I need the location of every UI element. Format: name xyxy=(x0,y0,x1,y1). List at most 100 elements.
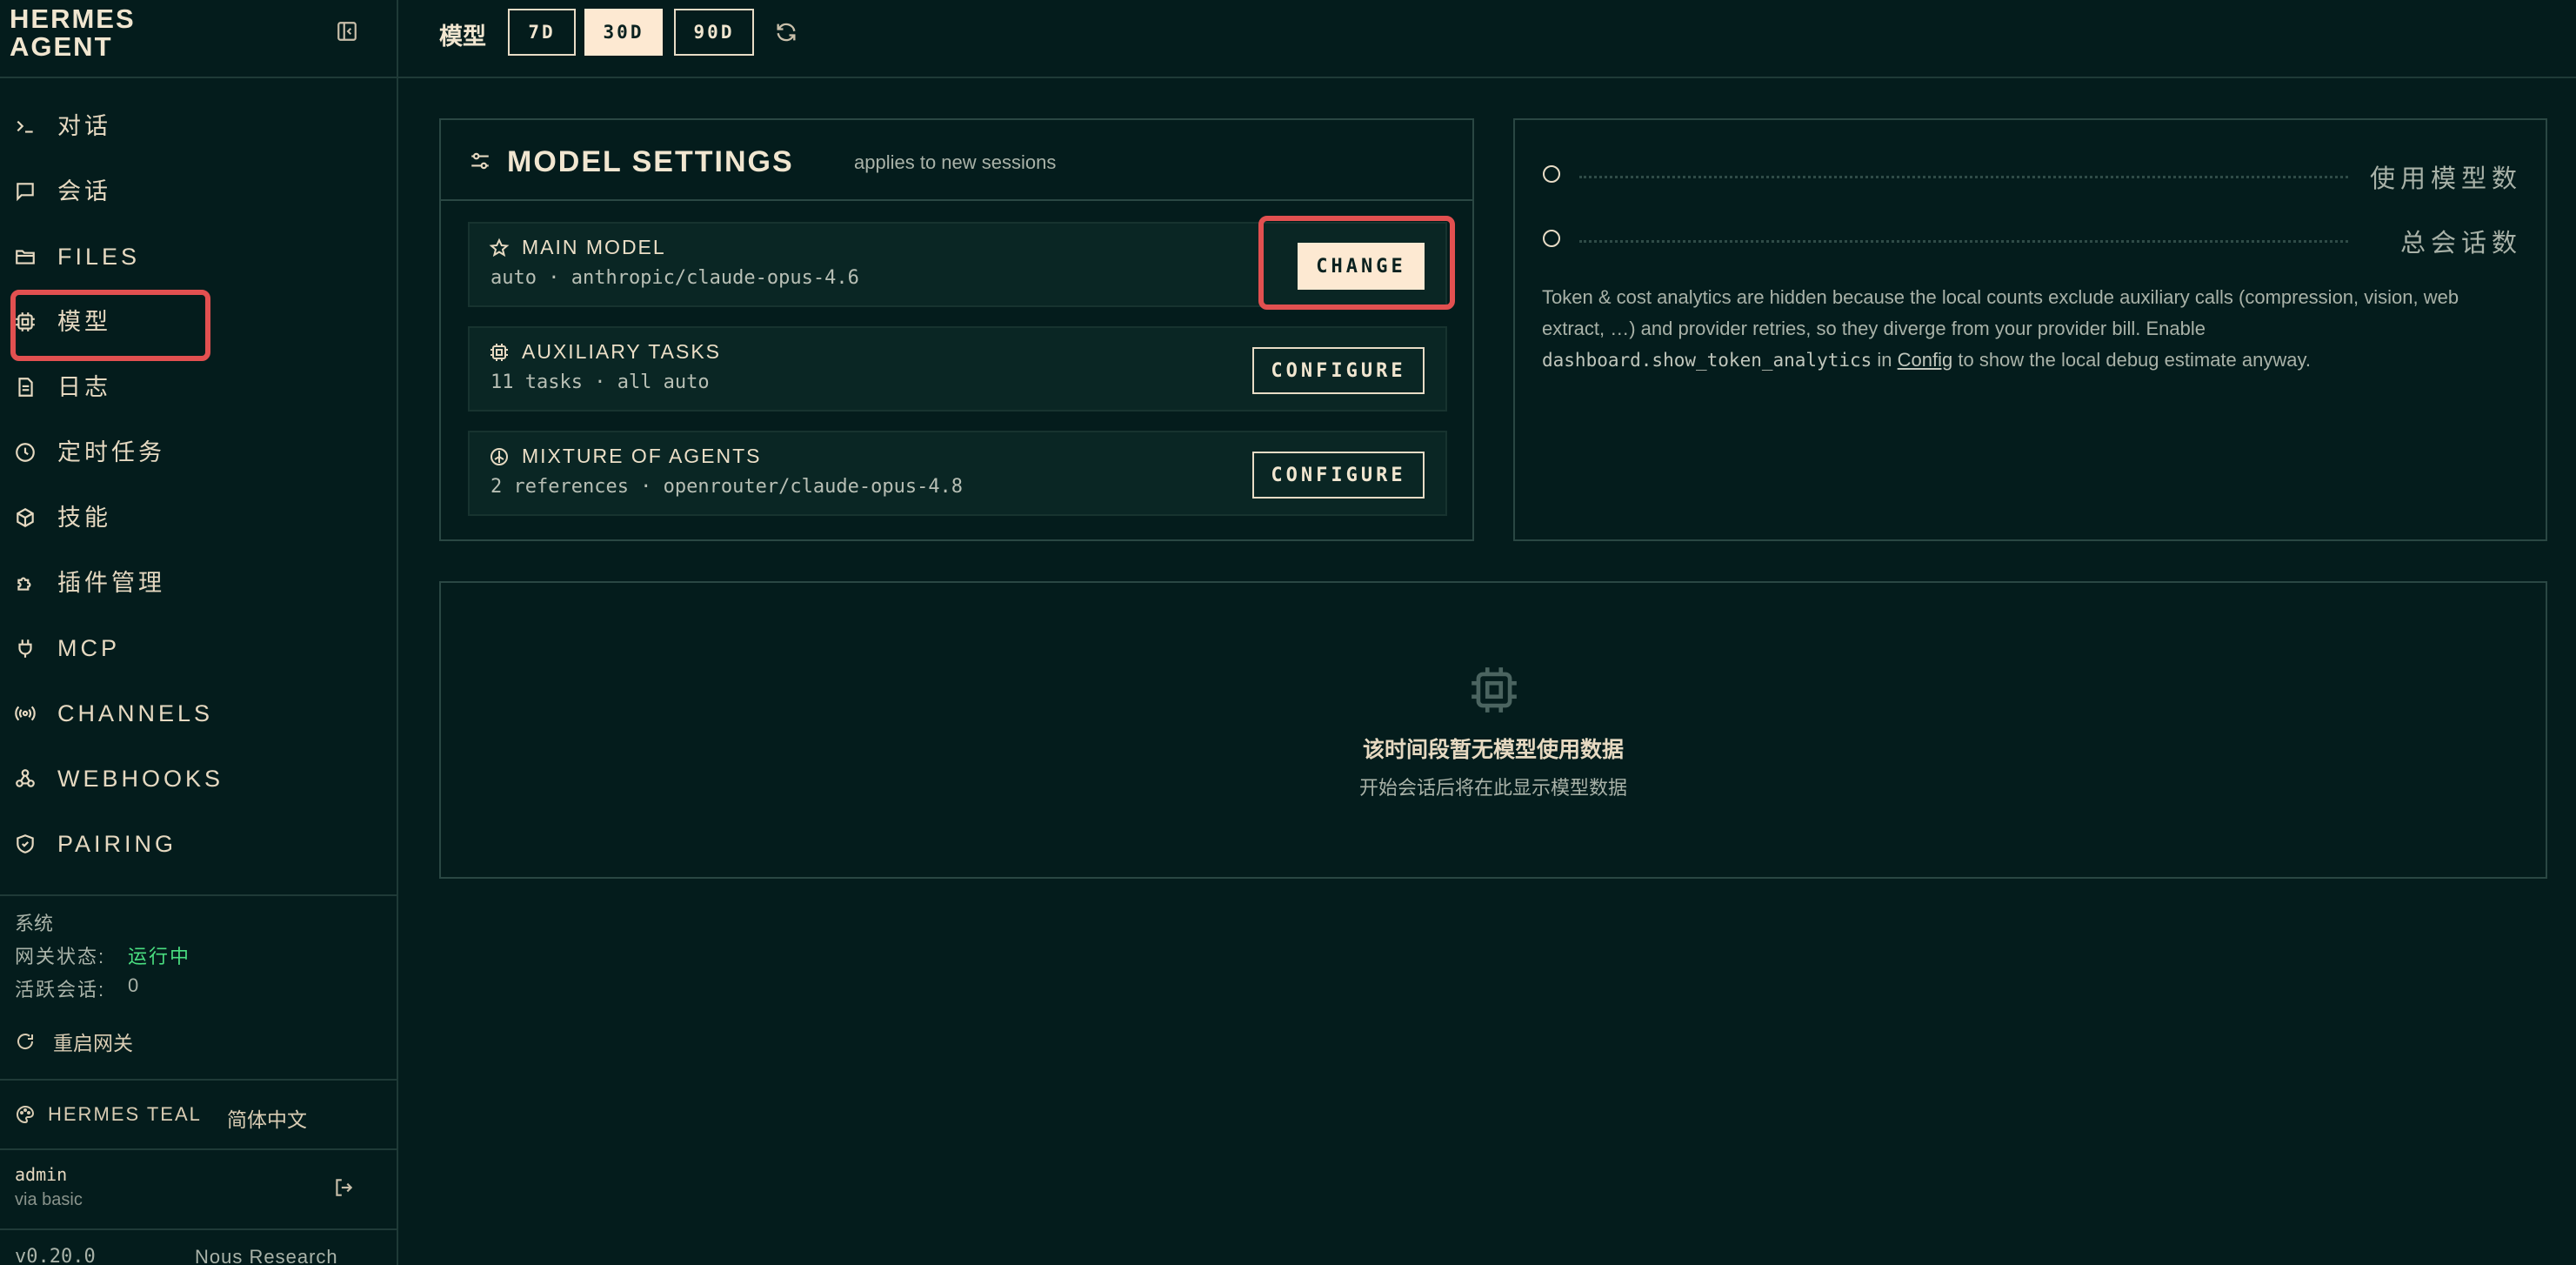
package-icon xyxy=(14,506,37,529)
sidebar-item-label: PAIRING xyxy=(57,831,177,857)
sidebar-item-label: 日志 xyxy=(57,374,111,400)
sidebar-item-cron[interactable]: 定时任务 xyxy=(0,426,397,479)
theme-row: HERMES TEAL 简体中文 xyxy=(0,1079,397,1148)
sidebar-item-plugins[interactable]: 插件管理 xyxy=(0,557,397,609)
gateway-status-label: 网关状态: xyxy=(15,946,106,967)
dotted-leader xyxy=(1579,240,2348,243)
circle-icon xyxy=(1543,230,1560,247)
sidebar-item-files[interactable]: FILES xyxy=(0,231,397,283)
logout-icon[interactable] xyxy=(332,1176,355,1199)
note-text-2: in xyxy=(1872,349,1898,371)
palette-icon xyxy=(15,1104,36,1125)
model-settings-title: MODEL SETTINGS xyxy=(507,145,794,178)
models-used-label: 使用模型数 xyxy=(2369,165,2522,193)
sidebar-item-label: FILES xyxy=(57,244,141,270)
puzzle-icon xyxy=(14,572,37,594)
configure-moa-button[interactable]: CONFIGURE xyxy=(1252,452,1425,499)
chip-icon xyxy=(489,342,510,363)
auxiliary-tasks-name: AUXILIARY TASKS xyxy=(522,340,722,363)
shield-icon xyxy=(14,833,37,855)
refresh-icon[interactable] xyxy=(774,20,798,44)
sidebar-item-label: WEBHOOKS xyxy=(57,766,224,792)
sidebar: HERMES AGENT 对话 会话 FILES 模型 日志 定时任务 技能 插… xyxy=(0,0,398,1265)
sidebar-item-label: 会话 xyxy=(57,178,111,204)
usage-stats-card: 使用模型数 总会话数 Token & cost analytics are hi… xyxy=(1513,118,2547,541)
vendor-name[interactable]: Nous Research xyxy=(195,1246,338,1265)
range-7d-button[interactable]: 7D xyxy=(508,9,576,56)
change-model-button[interactable]: CHANGE xyxy=(1298,243,1425,290)
terminal-icon xyxy=(14,115,37,137)
active-sessions: 活跃会话: 0 xyxy=(15,974,138,1002)
brand-line-2: AGENT xyxy=(10,31,113,62)
gateway-status: 网关状态: 运行中 xyxy=(15,941,189,969)
language-switcher[interactable]: 简体中文 xyxy=(227,1103,307,1133)
chip-icon xyxy=(14,311,37,333)
auxiliary-tasks-value: 11 tasks · all auto xyxy=(491,371,710,393)
sidebar-item-label: 插件管理 xyxy=(57,570,165,596)
brand-logo[interactable]: HERMES AGENT xyxy=(10,5,136,61)
configure-auxiliary-button[interactable]: CONFIGURE xyxy=(1252,347,1425,394)
user-name: admin xyxy=(15,1164,68,1185)
empty-state-subtitle: 开始会话后将在此显示模型数据 xyxy=(1358,777,1627,799)
clock-icon xyxy=(14,441,37,464)
model-settings-header: MODEL SETTINGS applies to new sessions xyxy=(441,120,1472,201)
main-model-name: MAIN MODEL xyxy=(522,236,666,258)
token-analytics-note: Token & cost analytics are hidden becaus… xyxy=(1542,282,2525,376)
top-bar: 模型 7D 30D 90D xyxy=(398,0,2576,78)
range-90d-button[interactable]: 90D xyxy=(674,9,754,56)
system-section: 系统 网关状态: 运行中 活跃会话: 0 重启网关 xyxy=(0,894,397,1079)
theme-label: HERMES TEAL xyxy=(48,1103,202,1125)
sidebar-item-skills[interactable]: 技能 xyxy=(0,492,397,544)
sidebar-item-label: 定时任务 xyxy=(57,439,165,465)
model-settings-subtitle: applies to new sessions xyxy=(854,151,1057,173)
page-title: 模型 xyxy=(439,23,486,50)
sidebar-item-label: CHANNELS xyxy=(57,700,214,726)
sidebar-item-logs[interactable]: 日志 xyxy=(0,361,397,413)
config-link[interactable]: Config xyxy=(1898,349,1953,371)
user-row: admin via basic xyxy=(0,1148,397,1228)
active-sessions-value: 0 xyxy=(128,974,141,996)
sidebar-item-label: 对话 xyxy=(57,113,111,139)
brand-line-1: HERMES xyxy=(10,3,136,34)
star-icon xyxy=(489,238,510,258)
models-used-stat: 使用模型数 xyxy=(1543,157,2522,193)
document-icon xyxy=(14,376,37,398)
note-text-1: Token & cost analytics are hidden becaus… xyxy=(1542,286,2459,339)
folder-icon xyxy=(14,245,37,268)
model-settings-card: MODEL SETTINGS applies to new sessions M… xyxy=(439,118,1474,541)
total-sessions-label: 总会话数 xyxy=(2399,230,2522,258)
sidebar-item-label: 技能 xyxy=(57,505,111,531)
circle-icon xyxy=(1543,165,1560,183)
chat-icon xyxy=(14,180,37,203)
gateway-status-value: 运行中 xyxy=(128,946,191,967)
range-30d-button[interactable]: 30D xyxy=(584,9,663,56)
sidebar-item-pairing[interactable]: PAIRING xyxy=(0,818,397,870)
empty-state-title: 该时间段暂无模型使用数据 xyxy=(1362,738,1624,762)
sidebar-item-models[interactable]: 模型 xyxy=(0,296,397,348)
dotted-leader xyxy=(1579,176,2348,178)
sliders-icon xyxy=(469,150,491,172)
restart-icon xyxy=(15,1031,36,1052)
sidebar-footer: v0.20.0 Nous Research xyxy=(0,1228,397,1265)
sidebar-item-webhooks[interactable]: WEBHOOKS xyxy=(0,753,397,805)
sidebar-item-label: 模型 xyxy=(57,309,111,335)
system-title: 系统 xyxy=(15,913,54,934)
chip-icon xyxy=(1467,663,1521,717)
sidebar-item-channels[interactable]: CHANNELS xyxy=(0,687,397,740)
radio-icon xyxy=(14,702,37,725)
plug-icon xyxy=(14,637,37,659)
mixture-of-agents-value: 2 references · openrouter/claude-opus-4.… xyxy=(491,476,964,498)
brand-row: HERMES AGENT xyxy=(0,0,397,78)
sidebar-item-chat[interactable]: 对话 xyxy=(0,100,397,152)
main-model-value: auto · anthropic/claude-opus-4.6 xyxy=(491,267,859,289)
sidebar-item-sessions[interactable]: 会话 xyxy=(0,165,397,218)
theme-switcher[interactable]: HERMES TEAL xyxy=(15,1103,202,1126)
user-auth-method: via basic xyxy=(15,1190,83,1209)
active-sessions-label: 活跃会话: xyxy=(15,979,106,1001)
sidebar-item-mcp[interactable]: MCP xyxy=(0,622,397,674)
restart-gateway-button[interactable]: 重启网关 xyxy=(15,1027,133,1056)
model-usage-empty-state: 该时间段暂无模型使用数据 开始会话后将在此显示模型数据 xyxy=(439,581,2547,879)
auxiliary-tasks-row: AUXILIARY TASKS 11 tasks · all auto CONF… xyxy=(468,326,1447,412)
sidebar-collapse-icon[interactable] xyxy=(336,20,358,43)
app-version: v0.20.0 xyxy=(15,1246,96,1265)
